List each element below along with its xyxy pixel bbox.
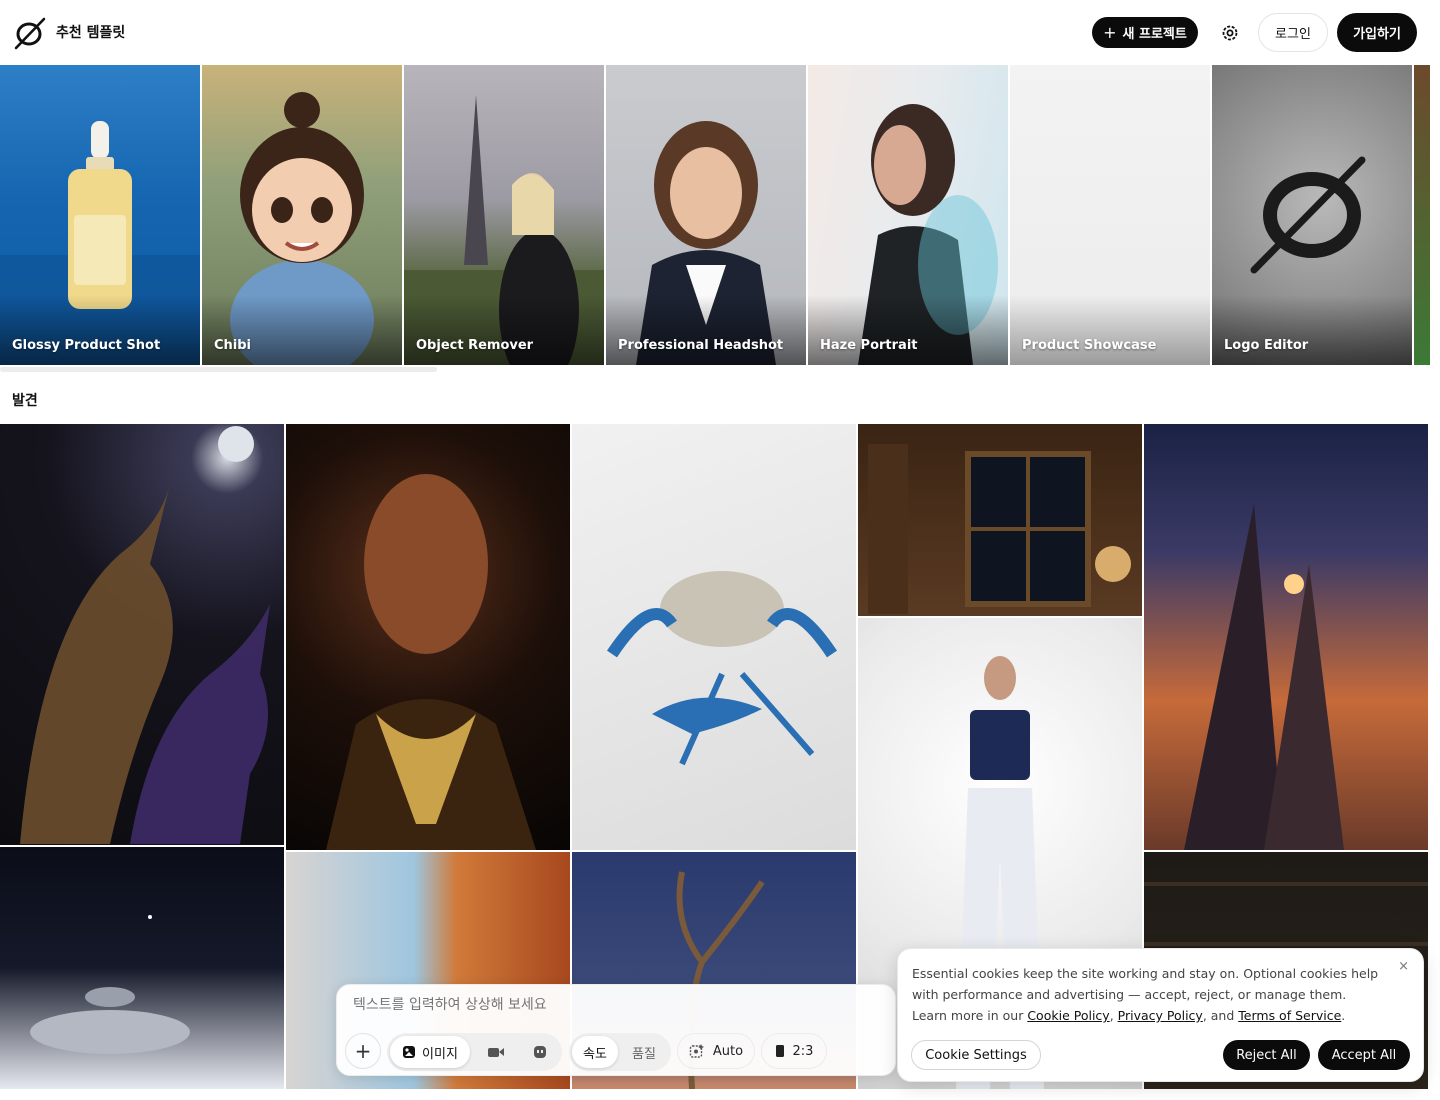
cookie-period: . xyxy=(1341,1008,1346,1023)
cookie-consent-dialog: Essential cookies keep the site working … xyxy=(897,948,1424,1082)
video-camera-icon[interactable] xyxy=(479,1036,513,1068)
crab-icon xyxy=(607,571,837,766)
template-label: Professional Headshot xyxy=(618,338,784,353)
template-label: Product Showcase xyxy=(1022,338,1157,353)
carousel-scrollbar[interactable] xyxy=(0,367,437,372)
gallery-tile-space-station[interactable] xyxy=(0,847,284,1089)
cookie-separator: , xyxy=(1109,1008,1118,1023)
auto-label: Auto xyxy=(712,1043,744,1059)
settings-gear-icon[interactable] xyxy=(1216,19,1244,47)
woman-gold-jewelry-icon xyxy=(326,474,536,850)
gallery-tile-dragons[interactable] xyxy=(0,424,284,845)
discover-heading: 발견 xyxy=(12,393,38,409)
add-attachment-plus-icon[interactable]: + xyxy=(345,1033,381,1069)
gallery-tile-gold-jewelry[interactable] xyxy=(286,424,570,850)
template-card-partial[interactable] xyxy=(1414,65,1430,365)
spire-icon xyxy=(1184,504,1344,850)
speed-option[interactable]: 속도 xyxy=(572,1036,618,1068)
magic-frame-icon xyxy=(689,1044,704,1058)
template-card[interactable]: Professional Headshot xyxy=(606,65,806,365)
gallery-tile-blue-crab[interactable] xyxy=(572,424,856,850)
new-project-label: 새 프로젝트 xyxy=(1122,27,1187,42)
speed-quality-switcher: 속도 품질 xyxy=(569,1033,671,1071)
accept-all-button[interactable]: Accept All xyxy=(1318,1040,1410,1070)
auto-style-button[interactable]: Auto xyxy=(677,1033,755,1069)
aspect-ratio-button[interactable]: 2:3 xyxy=(761,1033,827,1069)
template-label: Chibi xyxy=(214,338,252,353)
template-card[interactable]: Haze Portrait xyxy=(808,65,1008,365)
template-label: Object Remover xyxy=(416,338,534,353)
image-tab[interactable]: 이미지 xyxy=(390,1036,470,1068)
template-card[interactable]: Glossy Product Shot xyxy=(0,65,200,365)
prompt-input[interactable] xyxy=(353,997,873,1013)
media-type-switcher: 이미지 xyxy=(387,1033,562,1071)
login-button[interactable]: 로그인 xyxy=(1258,13,1328,52)
template-label: Glossy Product Shot xyxy=(12,338,161,353)
template-carousel: Glossy Product Shot Chibi Object Remover xyxy=(0,65,1430,365)
quality-option[interactable]: 품질 xyxy=(621,1036,667,1068)
terms-of-service-link[interactable]: Terms of Service xyxy=(1238,1008,1341,1023)
aspect-ratio-label: 2:3 xyxy=(792,1043,814,1059)
plus-icon: + xyxy=(1103,22,1117,42)
cookie-message: Essential cookies keep the site working … xyxy=(912,963,1382,1026)
close-icon[interactable]: × xyxy=(1398,959,1409,974)
privacy-policy-link[interactable]: Privacy Policy xyxy=(1118,1008,1203,1023)
cookie-separator: , and xyxy=(1202,1008,1239,1023)
brand-logo-icon[interactable] xyxy=(12,16,46,50)
signup-button[interactable]: 가입하기 xyxy=(1337,13,1417,52)
image-tab-label: 이미지 xyxy=(422,1046,458,1062)
gallery-tile-cozy-room[interactable] xyxy=(858,424,1142,616)
reject-all-button[interactable]: Reject All xyxy=(1223,1040,1310,1070)
template-card[interactable]: Chibi xyxy=(202,65,402,365)
prompt-composer: + 이미지 속도 품질 Auto 2:3 xyxy=(336,984,896,1076)
portrait-ratio-icon xyxy=(775,1045,784,1057)
character-face-icon[interactable] xyxy=(523,1036,557,1068)
image-icon xyxy=(403,1046,416,1058)
space-station-icon xyxy=(30,915,190,1054)
template-card[interactable]: Logo Editor xyxy=(1212,65,1412,365)
cookie-settings-button[interactable]: Cookie Settings xyxy=(911,1040,1041,1070)
window-room-icon xyxy=(868,444,1131,614)
new-project-button[interactable]: + 새 프로젝트 xyxy=(1092,17,1198,48)
template-label: Logo Editor xyxy=(1224,338,1309,353)
template-label: Haze Portrait xyxy=(820,338,918,353)
template-card[interactable]: Product Showcase xyxy=(1010,65,1210,365)
page-title: 추천 템플릿 xyxy=(56,25,126,41)
gallery-tile-alien-spires[interactable] xyxy=(1144,424,1428,850)
template-card[interactable]: Object Remover xyxy=(404,65,604,365)
top-header: 추천 템플릿 + 새 프로젝트 로그인 가입하기 xyxy=(0,0,1440,64)
cookie-policy-link[interactable]: Cookie Policy xyxy=(1027,1008,1109,1023)
dragon-icon xyxy=(20,426,270,844)
